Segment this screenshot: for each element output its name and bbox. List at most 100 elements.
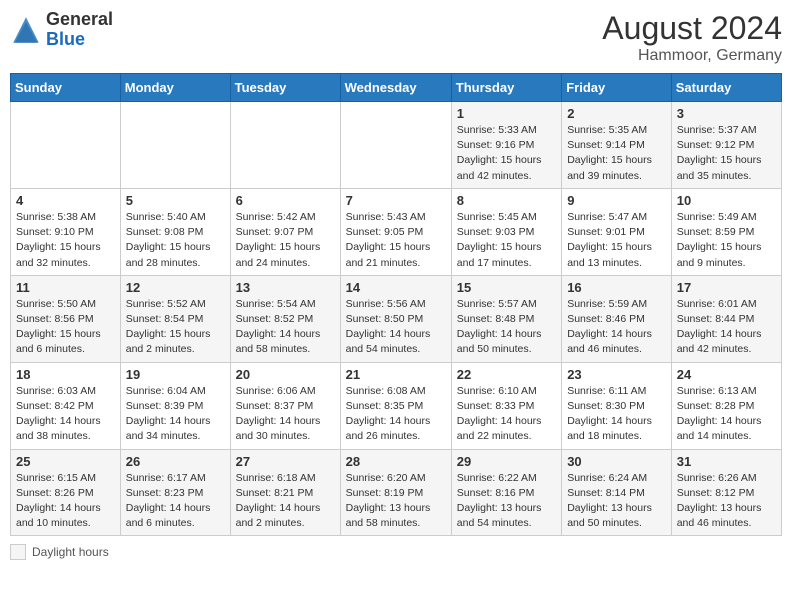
day-number: 22	[457, 367, 556, 382]
day-number: 4	[16, 193, 115, 208]
day-info: Sunrise: 6:08 AMSunset: 8:35 PMDaylight:…	[346, 384, 446, 445]
day-number: 6	[236, 193, 335, 208]
calendar-cell: 20Sunrise: 6:06 AMSunset: 8:37 PMDayligh…	[230, 362, 340, 449]
calendar-cell	[230, 102, 340, 189]
calendar-cell	[120, 102, 230, 189]
calendar-cell: 24 Sunrise: 6:13 AMSunset: 8:28 PMDayligh…	[671, 362, 781, 449]
calendar-cell: 23 Sunrise: 6:11 AMSunset: 8:30 PMDayligh…	[562, 362, 672, 449]
calendar-cell: 10 Sunrise: 5:49 AMSunset: 8:59 PMDayligh…	[671, 188, 781, 275]
day-info: Sunrise: 5:35 AMSunset: 9:14 PMDaylight:…	[567, 123, 666, 184]
day-number: 26	[126, 454, 225, 469]
calendar-cell: 15Sunrise: 5:57 AMSunset: 8:48 PMDayligh…	[451, 275, 561, 362]
calendar-cell: 7 Sunrise: 5:43 AMSunset: 9:05 PMDaylight…	[340, 188, 451, 275]
calendar-cell: 2 Sunrise: 5:35 AMSunset: 9:14 PMDaylight…	[562, 102, 672, 189]
day-number: 23	[567, 367, 666, 382]
calendar-cell: 13 Sunrise: 5:54 AMSunset: 8:52 PMDayligh…	[230, 275, 340, 362]
header-day: Wednesday	[340, 74, 451, 102]
calendar-cell: 1Sunrise: 5:33 AMSunset: 9:16 PMDaylight…	[451, 102, 561, 189]
day-number: 8	[457, 193, 556, 208]
day-number: 19	[126, 367, 225, 382]
day-info: Sunrise: 6:24 AMSunset: 8:14 PMDaylight:…	[567, 471, 666, 532]
logo: General Blue	[10, 10, 113, 50]
logo-text: General Blue	[46, 10, 113, 50]
day-number: 21	[346, 367, 446, 382]
calendar-week: 11 Sunrise: 5:50 AMSunset: 8:56 PMDayligh…	[11, 275, 782, 362]
day-number: 20	[236, 367, 335, 382]
calendar-cell: 28Sunrise: 6:20 AMSunset: 8:19 PMDayligh…	[340, 449, 451, 536]
calendar-cell: 5Sunrise: 5:40 AMSunset: 9:08 PMDaylight…	[120, 188, 230, 275]
calendar-cell: 29 Sunrise: 6:22 AMSunset: 8:16 PMDayligh…	[451, 449, 561, 536]
day-number: 25	[16, 454, 115, 469]
calendar-cell: 8Sunrise: 5:45 AMSunset: 9:03 PMDaylight…	[451, 188, 561, 275]
day-info: Sunrise: 5:47 AMSunset: 9:01 PMDaylight:…	[567, 210, 666, 271]
day-info: Sunrise: 5:38 AMSunset: 9:10 PMDaylight:…	[16, 210, 115, 271]
header-row: SundayMondayTuesdayWednesdayThursdayFrid…	[11, 74, 782, 102]
day-info: Sunrise: 5:43 AMSunset: 9:05 PMDaylight:…	[346, 210, 446, 271]
calendar-cell: 12 Sunrise: 5:52 AMSunset: 8:54 PMDayligh…	[120, 275, 230, 362]
day-info: Sunrise: 5:49 AMSunset: 8:59 PMDaylight:…	[677, 210, 776, 271]
day-number: 18	[16, 367, 115, 382]
day-number: 31	[677, 454, 776, 469]
calendar-cell	[11, 102, 121, 189]
day-info: Sunrise: 5:40 AMSunset: 9:08 PMDaylight:…	[126, 210, 225, 271]
calendar-cell: 6 Sunrise: 5:42 AMSunset: 9:07 PMDaylight…	[230, 188, 340, 275]
calendar-cell: 14 Sunrise: 5:56 AMSunset: 8:50 PMDayligh…	[340, 275, 451, 362]
day-info: Sunrise: 5:54 AMSunset: 8:52 PMDaylight:…	[236, 297, 335, 358]
calendar-cell: 25 Sunrise: 6:15 AMSunset: 8:26 PMDayligh…	[11, 449, 121, 536]
day-info: Sunrise: 5:59 AMSunset: 8:46 PMDaylight:…	[567, 297, 666, 358]
calendar-week: 18 Sunrise: 6:03 AMSunset: 8:42 PMDayligh…	[11, 362, 782, 449]
day-info: Sunrise: 6:26 AMSunset: 8:12 PMDaylight:…	[677, 471, 776, 532]
day-number: 2	[567, 106, 666, 121]
legend: Daylight hours	[10, 544, 782, 560]
day-number: 1	[457, 106, 556, 121]
day-info: Sunrise: 6:03 AMSunset: 8:42 PMDaylight:…	[16, 384, 115, 445]
day-number: 13	[236, 280, 335, 295]
day-info: Sunrise: 6:01 AMSunset: 8:44 PMDaylight:…	[677, 297, 776, 358]
legend-label: Daylight hours	[32, 545, 109, 559]
calendar-week: 1Sunrise: 5:33 AMSunset: 9:16 PMDaylight…	[11, 102, 782, 189]
header-day: Tuesday	[230, 74, 340, 102]
day-number: 16	[567, 280, 666, 295]
day-info: Sunrise: 5:52 AMSunset: 8:54 PMDaylight:…	[126, 297, 225, 358]
day-info: Sunrise: 6:13 AMSunset: 8:28 PMDaylight:…	[677, 384, 776, 445]
legend-box	[10, 544, 26, 560]
day-number: 3	[677, 106, 776, 121]
day-info: Sunrise: 6:15 AMSunset: 8:26 PMDaylight:…	[16, 471, 115, 532]
title-block: August 2024 Hammoor, Germany	[602, 10, 782, 65]
day-info: Sunrise: 5:42 AMSunset: 9:07 PMDaylight:…	[236, 210, 335, 271]
calendar-cell: 4 Sunrise: 5:38 AMSunset: 9:10 PMDaylight…	[11, 188, 121, 275]
header-day: Thursday	[451, 74, 561, 102]
day-number: 24	[677, 367, 776, 382]
header-day: Sunday	[11, 74, 121, 102]
page-header: General Blue August 2024 Hammoor, German…	[10, 10, 782, 65]
header-day: Friday	[562, 74, 672, 102]
day-info: Sunrise: 6:17 AMSunset: 8:23 PMDaylight:…	[126, 471, 225, 532]
day-number: 10	[677, 193, 776, 208]
logo-general: General	[46, 9, 113, 29]
calendar-table: SundayMondayTuesdayWednesdayThursdayFrid…	[10, 73, 782, 536]
day-info: Sunrise: 6:22 AMSunset: 8:16 PMDaylight:…	[457, 471, 556, 532]
day-info: Sunrise: 5:57 AMSunset: 8:48 PMDaylight:…	[457, 297, 556, 358]
month-year: August 2024	[602, 10, 782, 47]
day-number: 14	[346, 280, 446, 295]
day-info: Sunrise: 6:18 AMSunset: 8:21 PMDaylight:…	[236, 471, 335, 532]
calendar-cell	[340, 102, 451, 189]
day-info: Sunrise: 6:10 AMSunset: 8:33 PMDaylight:…	[457, 384, 556, 445]
calendar-week: 25 Sunrise: 6:15 AMSunset: 8:26 PMDayligh…	[11, 449, 782, 536]
day-info: Sunrise: 6:11 AMSunset: 8:30 PMDaylight:…	[567, 384, 666, 445]
calendar-cell: 11 Sunrise: 5:50 AMSunset: 8:56 PMDayligh…	[11, 275, 121, 362]
day-info: Sunrise: 5:50 AMSunset: 8:56 PMDaylight:…	[16, 297, 115, 358]
day-number: 30	[567, 454, 666, 469]
day-number: 29	[457, 454, 556, 469]
logo-icon	[10, 14, 42, 46]
header-day: Saturday	[671, 74, 781, 102]
day-number: 11	[16, 280, 115, 295]
calendar-cell: 17Sunrise: 6:01 AMSunset: 8:44 PMDayligh…	[671, 275, 781, 362]
day-number: 7	[346, 193, 446, 208]
calendar-cell: 3Sunrise: 5:37 AMSunset: 9:12 PMDaylight…	[671, 102, 781, 189]
calendar-cell: 30 Sunrise: 6:24 AMSunset: 8:14 PMDayligh…	[562, 449, 672, 536]
day-info: Sunrise: 5:56 AMSunset: 8:50 PMDaylight:…	[346, 297, 446, 358]
calendar-cell: 26 Sunrise: 6:17 AMSunset: 8:23 PMDayligh…	[120, 449, 230, 536]
day-number: 12	[126, 280, 225, 295]
day-info: Sunrise: 6:04 AMSunset: 8:39 PMDaylight:…	[126, 384, 225, 445]
